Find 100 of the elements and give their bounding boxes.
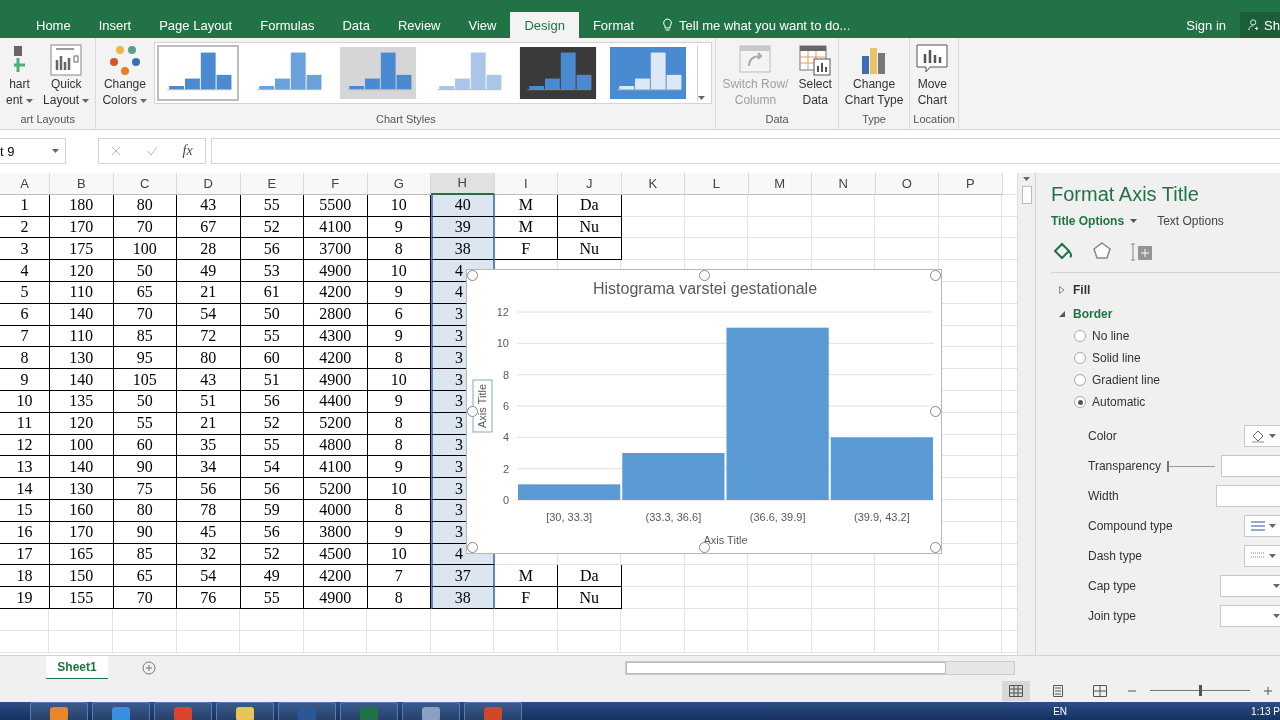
pane-tab[interactable]: Title Options [1051, 214, 1138, 228]
radio-option[interactable]: Solid line [1074, 351, 1280, 365]
column-header[interactable]: G [367, 173, 431, 195]
horizontal-scrollbar[interactable] [625, 660, 1015, 675]
radio-button[interactable] [1074, 396, 1086, 408]
resize-handle[interactable] [930, 270, 941, 281]
ribbon-button[interactable]: Select Data [795, 42, 835, 110]
taskbar-app[interactable] [30, 702, 88, 720]
resize-handle[interactable] [930, 406, 941, 417]
taskbar-app[interactable] [216, 702, 274, 720]
dropdown[interactable] [1220, 575, 1280, 597]
tell-me-search[interactable]: Tell me what you want to do... [662, 12, 851, 38]
vertical-scrollbar[interactable] [1017, 173, 1035, 655]
sign-in-link[interactable]: Sign in [1172, 12, 1240, 38]
ribbon-tab[interactable]: Design [510, 12, 579, 38]
column-header[interactable]: K [621, 173, 685, 195]
color-picker[interactable] [1244, 425, 1280, 447]
zoom-in-icon[interactable] [1264, 686, 1272, 695]
ribbon-tab[interactable]: Insert [84, 12, 146, 38]
name-box[interactable]: t 9 [0, 138, 66, 164]
ribbon-button[interactable]: hart ent [3, 42, 37, 110]
radio-option[interactable]: No line [1074, 329, 1280, 343]
slider-thumb[interactable] [1166, 460, 1169, 472]
insert-function-button[interactable]: fx [182, 143, 193, 159]
radio-option[interactable]: Automatic [1074, 395, 1280, 409]
table-cell: 4800 [304, 434, 368, 457]
column-header[interactable]: N [812, 173, 876, 195]
scrollbar-thumb[interactable] [1021, 186, 1032, 204]
radio-button[interactable] [1074, 374, 1086, 386]
table-cell: 6 [0, 303, 50, 326]
share-button[interactable]: Sh [1240, 12, 1280, 38]
ribbon-tab[interactable]: Review [383, 12, 455, 38]
resize-handle[interactable] [467, 406, 478, 417]
size-properties-icon[interactable] [1131, 240, 1153, 262]
table-cell: 9 [367, 456, 431, 479]
column-header[interactable]: E [240, 173, 304, 195]
clock[interactable]: 1:13 P [1251, 702, 1280, 717]
ribbon-tab[interactable]: View [454, 12, 511, 38]
ribbon-tab[interactable]: Data [328, 12, 384, 38]
column-header[interactable]: I [494, 173, 558, 195]
pentagon-icon[interactable] [1091, 240, 1113, 262]
taskbar-app[interactable] [402, 702, 460, 720]
column-header[interactable]: M [748, 173, 812, 195]
dash-type-dropdown[interactable] [1244, 545, 1280, 567]
column-header[interactable]: J [558, 173, 622, 195]
paint-bucket-icon[interactable] [1051, 240, 1073, 262]
column-header[interactable]: B [50, 173, 114, 195]
column-header[interactable]: P [939, 173, 1003, 195]
axis-tick-label: 0 [502, 494, 509, 506]
column-header[interactable]: F [304, 173, 368, 195]
column-header[interactable]: C [113, 173, 177, 195]
table-cell: 1 [0, 194, 50, 217]
ribbon-button[interactable]: Move Chart [913, 42, 952, 110]
ribbon-tab[interactable]: Home [22, 12, 85, 38]
pane-tab[interactable]: Text Options [1157, 214, 1224, 228]
column-header[interactable]: H [431, 173, 495, 195]
section-header[interactable]: Border [1059, 307, 1280, 321]
table-cell: 130 [50, 347, 114, 370]
spin-field[interactable] [1216, 485, 1280, 507]
taskbar-app[interactable] [92, 702, 150, 720]
dashed-lines-icon [1251, 551, 1265, 561]
ribbon-button[interactable]: Change Chart Type [841, 42, 907, 110]
table-cell: 90 [113, 456, 177, 479]
spin-field[interactable] [1220, 455, 1280, 477]
add-sheet-icon[interactable] [142, 660, 156, 675]
chart-style-thumbnail[interactable] [157, 45, 240, 101]
sheet-tab[interactable]: Sheet1 [46, 655, 108, 680]
table-cell: 10 [367, 369, 431, 391]
radio-button[interactable] [1074, 330, 1086, 342]
ribbon-tab[interactable]: Formulas [246, 12, 329, 38]
ribbon-tab[interactable]: Page Layout [145, 12, 247, 38]
enter-icon[interactable] [145, 146, 158, 156]
column-header[interactable]: D [177, 173, 241, 195]
resize-handle[interactable] [467, 270, 478, 281]
dropdown[interactable] [1220, 605, 1280, 627]
zoom-thumb[interactable] [1198, 685, 1202, 696]
x-axis-title[interactable]: Axis Title [703, 534, 748, 546]
section-header[interactable]: Fill [1059, 283, 1280, 297]
resize-handle[interactable] [467, 542, 478, 553]
scrollbar-thumb[interactable] [626, 661, 946, 674]
radio-button[interactable] [1074, 352, 1086, 364]
resize-handle[interactable] [698, 270, 710, 281]
language-indicator[interactable]: EN [1053, 702, 1068, 717]
person-icon [1248, 18, 1261, 32]
column-header[interactable]: A [0, 173, 50, 195]
chart[interactable]: Histograma varstei gestationale 0 2 4 6 8 10 12 [30, 33.3] (33.3, 36.6] (36.6, 39.9] (39.9, 43.2] Axis Title Axis Title [466, 269, 942, 554]
table-cell: 38 [431, 238, 495, 261]
ribbon-button[interactable]: Quick Layout [40, 42, 93, 110]
column-header[interactable]: O [875, 173, 939, 195]
table-cell: 21 [177, 282, 241, 304]
cancel-icon[interactable] [111, 146, 122, 156]
view-button[interactable] [1002, 680, 1030, 701]
ribbon-button[interactable]: Change Colors [99, 42, 151, 110]
column-header[interactable]: L [685, 173, 749, 195]
ribbon-tab[interactable]: Format [578, 12, 649, 38]
resize-handle[interactable] [698, 542, 710, 553]
compound-type-dropdown[interactable] [1244, 515, 1280, 537]
radio-option[interactable]: Gradient line [1074, 373, 1280, 387]
resize-handle[interactable] [930, 542, 941, 553]
caret-icon [1269, 553, 1276, 559]
